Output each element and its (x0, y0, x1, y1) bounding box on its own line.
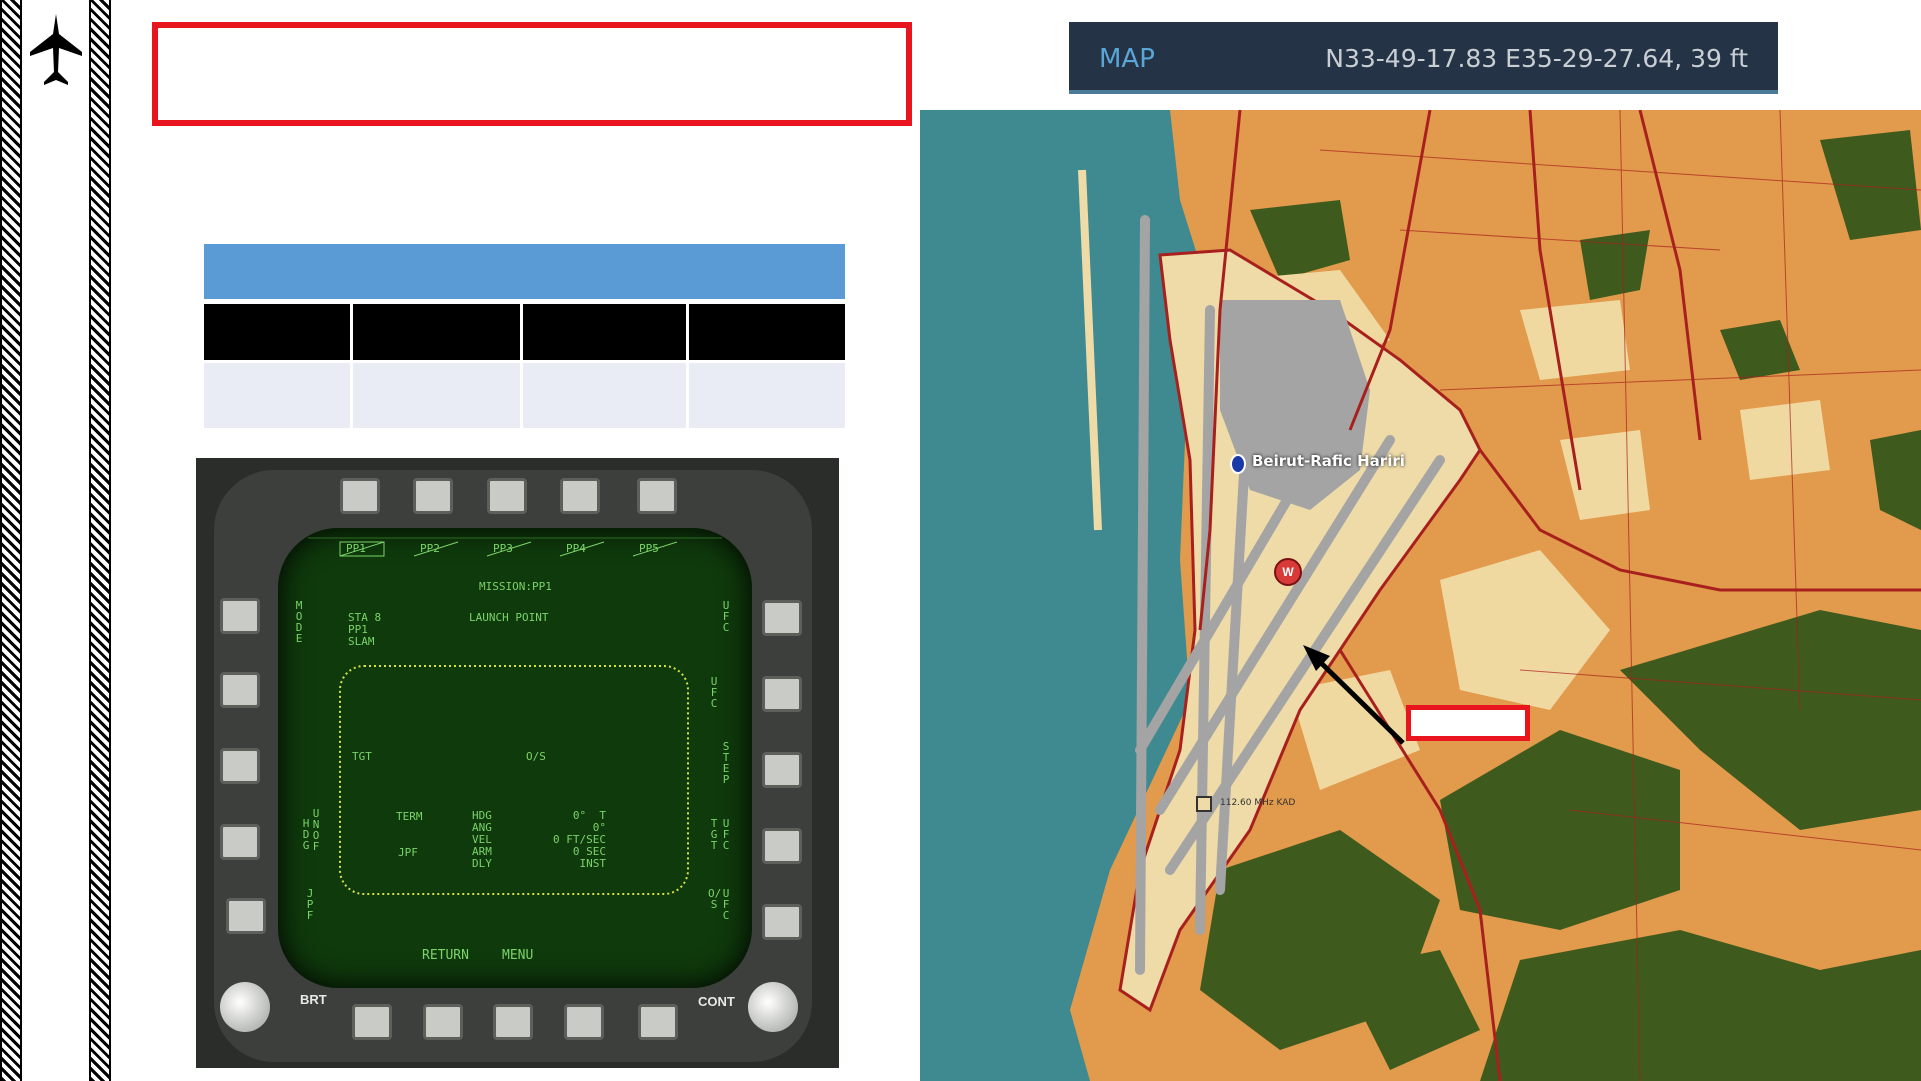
table-cell (689, 360, 845, 428)
menu-label: MENU (502, 948, 534, 963)
osb-bottom-3[interactable] (493, 1004, 533, 1040)
table-header-bar (204, 244, 845, 299)
launch-point-label: LAUNCH POINT (469, 611, 549, 624)
os-label: O/S (526, 750, 546, 763)
term-label: TERM (396, 810, 423, 823)
unof-label: UNOF (312, 807, 320, 853)
step-label: STEP (722, 740, 730, 786)
left-ufc-label: UFC (710, 675, 718, 710)
right-tgt-label: TGT (710, 817, 718, 852)
osb-top-4[interactable] (560, 478, 600, 514)
right-ufc2-label: UFC (722, 817, 730, 852)
title-highlight-box (152, 22, 912, 126)
pp2-label: PP2 (420, 542, 440, 555)
pp5-label: PP5 (639, 542, 659, 555)
airport-name: Beirut-Rafic Hariri (1252, 452, 1405, 470)
osb-left-1[interactable] (220, 598, 260, 634)
osb-bottom-4[interactable] (564, 1004, 604, 1040)
airport-icon[interactable] (1230, 454, 1246, 474)
table-header-cell (689, 304, 845, 360)
osb-top-3[interactable] (487, 478, 527, 514)
param-value: INST (579, 857, 607, 870)
map-title: MAP (1099, 44, 1155, 74)
left-hatch-rail (0, 0, 22, 1081)
table-cell (353, 360, 523, 428)
waypoint-letter: W (1282, 565, 1294, 579)
navaid-label: 112.60 MHz KAD (1220, 798, 1296, 808)
table-header-cell (353, 304, 523, 360)
right-hatch-rail (89, 0, 111, 1081)
data-table (204, 304, 845, 428)
param-label: DLY (472, 857, 492, 870)
callout-box (1406, 705, 1530, 741)
left-jpf-label: JPF (306, 887, 314, 922)
fighter-jet-icon (30, 14, 82, 85)
osb-right-5[interactable] (762, 904, 802, 940)
osb-left-3[interactable] (220, 748, 260, 784)
osb-top-2[interactable] (413, 478, 453, 514)
pp1-label: PP1 (346, 542, 366, 555)
mode-label: MODE (295, 599, 303, 645)
contrast-knob[interactable] (748, 982, 798, 1032)
osb-left-4[interactable] (220, 824, 260, 860)
mfd-panel: PP1 PP2 PP3 PP4 PP5 MISSION:PP1 LAUNCH P… (196, 458, 839, 1068)
osb-top-5[interactable] (637, 478, 677, 514)
right-os-label: O/S (708, 887, 722, 911)
return-label: RETURN (422, 948, 469, 963)
osb-bottom-5[interactable] (638, 1004, 678, 1040)
table-header-cell (204, 304, 353, 360)
param-list: HDG ANG VEL ARM DLY (472, 810, 492, 870)
navaid-icon[interactable] (1196, 796, 1212, 812)
mission-label: MISSION:PP1 (479, 580, 552, 593)
weapon-label: SLAM (348, 635, 375, 648)
brt-label: BRT (300, 992, 327, 1007)
osb-bottom-1[interactable] (352, 1004, 392, 1040)
brightness-knob[interactable] (220, 982, 270, 1032)
table-cell (523, 360, 689, 428)
osb-left-5[interactable] (226, 898, 266, 934)
right-ufc3-label: UFC (722, 887, 730, 922)
osb-right-2[interactable] (762, 676, 802, 712)
table-header-cell (523, 304, 689, 360)
osb-top-1[interactable] (340, 478, 380, 514)
value-list: 0° T 0° 0 FT/SEC 0 SEC INST (526, 810, 606, 870)
osb-right-3[interactable] (762, 752, 802, 788)
osb-left-2[interactable] (220, 672, 260, 708)
osb-right-4[interactable] (762, 828, 802, 864)
pp4-label: PP4 (566, 542, 586, 555)
tgt-label: TGT (352, 750, 372, 763)
mfd-screen (278, 528, 752, 988)
cont-label: CONT (698, 994, 735, 1009)
osb-right-1[interactable] (762, 600, 802, 636)
jpf-label: JPF (398, 846, 418, 859)
map-canvas (1070, 110, 1921, 1081)
map-view[interactable]: W Beirut-Rafic Hariri 112.60 MHz KAD (920, 110, 1921, 1081)
table-cell (204, 360, 353, 428)
waypoint-marker[interactable]: W (1274, 558, 1302, 586)
osb-bottom-2[interactable] (423, 1004, 463, 1040)
pp3-label: PP3 (493, 542, 513, 555)
map-coordinates: N33-49-17.83 E35-29-27.64, 39 ft (1325, 44, 1748, 73)
ufc-label: UFC (722, 599, 730, 634)
map-header: MAP N33-49-17.83 E35-29-27.64, 39 ft (1069, 22, 1778, 94)
